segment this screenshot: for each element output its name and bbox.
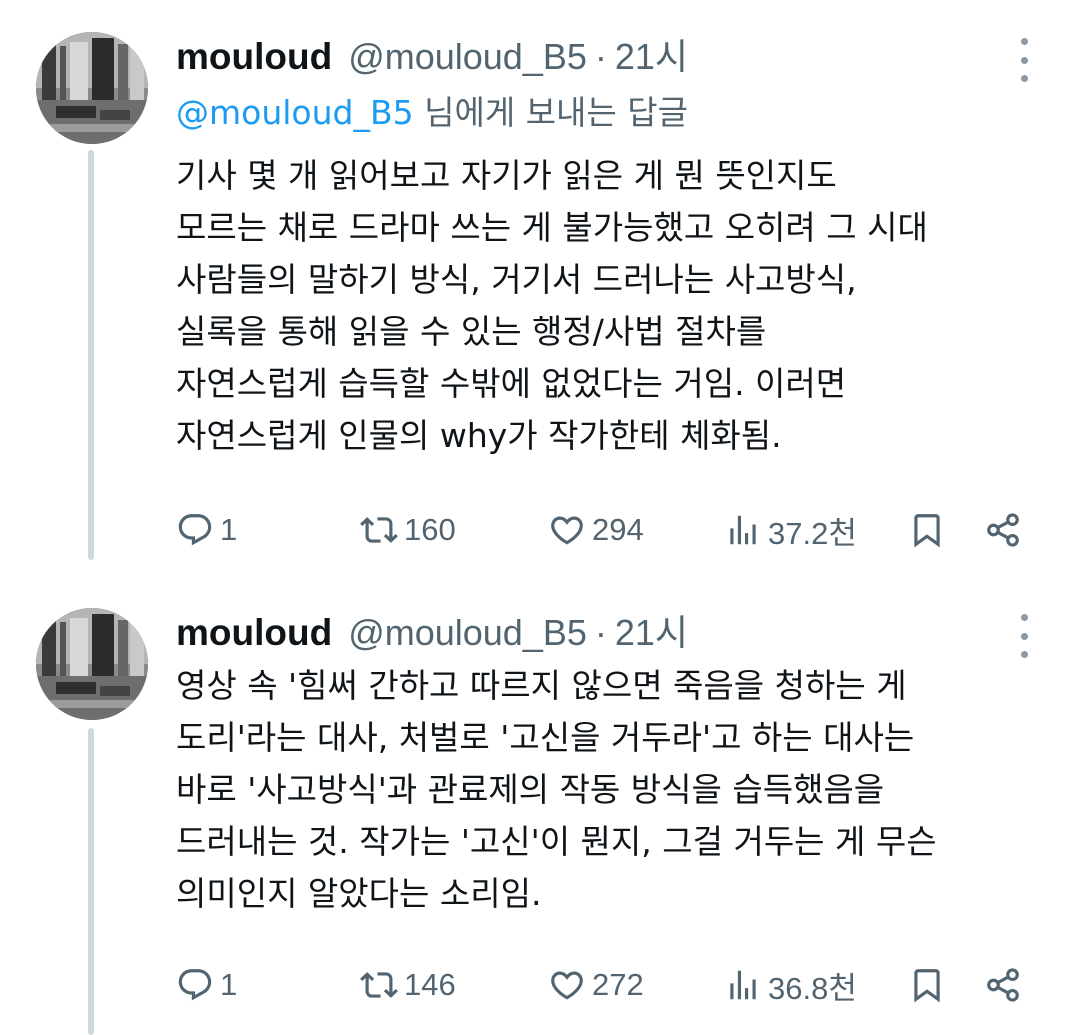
- reply-count: 1: [220, 512, 238, 547]
- bookmark-icon: [908, 511, 946, 549]
- reply-count: 1: [220, 967, 238, 1002]
- reply-button[interactable]: 1: [176, 963, 237, 1007]
- reply-icon: [176, 966, 214, 1004]
- share-button[interactable]: [984, 963, 1022, 1007]
- avatar[interactable]: [36, 32, 148, 144]
- tweet-header: mouloud @mouloud_B5 · 21시: [176, 604, 688, 654]
- share-icon: [984, 966, 1022, 1004]
- action-bar: 1 146 272 36.8천: [176, 963, 1036, 1007]
- bookmark-icon: [908, 966, 946, 1004]
- replying-to: @mouloud_B5 님에게 보내는 답글: [176, 86, 688, 134]
- like-icon: [548, 511, 586, 549]
- more-icon[interactable]: [1012, 614, 1036, 658]
- views-count: 36.8천: [768, 970, 857, 1006]
- thread-line: [88, 150, 94, 560]
- separator: ·: [594, 36, 607, 77]
- views-count: 37.2천: [768, 515, 857, 551]
- retweet-button[interactable]: 146: [360, 963, 456, 1007]
- author-name[interactable]: mouloud: [176, 612, 332, 654]
- replying-suffix: 님에게 보내는 답글: [413, 93, 688, 132]
- views-icon: [724, 966, 762, 1004]
- reply-button[interactable]: 1: [176, 508, 237, 552]
- retweet-count: 160: [404, 512, 456, 547]
- like-count: 272: [592, 967, 644, 1002]
- tweet-text: 영상 속 '힘써 간하고 따르지 않으면 죽음을 청하는 게 도리'라는 대사,…: [176, 666, 937, 913]
- retweet-icon: [360, 966, 398, 1004]
- timestamp[interactable]: 21시: [615, 28, 688, 80]
- reply-icon: [176, 511, 214, 549]
- like-button[interactable]: 294: [548, 508, 644, 552]
- bookmark-button[interactable]: [908, 508, 946, 552]
- share-button[interactable]: [984, 508, 1022, 552]
- action-bar: 1 160 294 37.2천: [176, 508, 1036, 552]
- retweet-count: 146: [404, 967, 456, 1002]
- like-icon: [548, 966, 586, 1004]
- avatar[interactable]: [36, 608, 148, 720]
- separator: ·: [594, 612, 607, 653]
- views-button[interactable]: 36.8천: [724, 963, 857, 1007]
- reply-mention-link[interactable]: @mouloud_B5: [176, 93, 414, 132]
- author-name[interactable]: mouloud: [176, 36, 332, 78]
- author-handle[interactable]: @mouloud_B5: [348, 36, 587, 78]
- retweet-button[interactable]: 160: [360, 508, 456, 552]
- tweet-text: 기사 몇 개 읽어보고 자기가 읽은 게 뭔 뜻인지도 모르는 채로 드라마 쓰…: [176, 156, 928, 455]
- author-handle[interactable]: @mouloud_B5: [348, 612, 587, 654]
- tweet-header: mouloud @mouloud_B5 · 21시: [176, 28, 688, 78]
- more-icon[interactable]: [1012, 38, 1036, 82]
- timestamp[interactable]: 21시: [615, 604, 688, 656]
- like-button[interactable]: 272: [548, 963, 644, 1007]
- views-button[interactable]: 37.2천: [724, 508, 857, 552]
- tweet[interactable]: mouloud @mouloud_B5 · 21시 영상 속 '힘써 간하고 따…: [0, 560, 1080, 1035]
- share-icon: [984, 511, 1022, 549]
- like-count: 294: [592, 512, 644, 547]
- thread-line: [88, 728, 94, 1035]
- retweet-icon: [360, 511, 398, 549]
- bookmark-button[interactable]: [908, 963, 946, 1007]
- views-icon: [724, 511, 762, 549]
- tweet[interactable]: mouloud @mouloud_B5 · 21시 @mouloud_B5 님에…: [0, 0, 1080, 560]
